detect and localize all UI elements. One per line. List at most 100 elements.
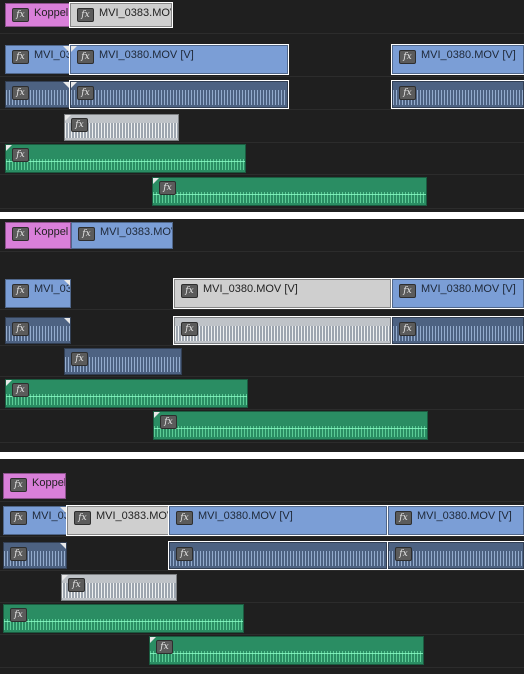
video-clip[interactable]: fx Koppel — [3, 473, 66, 499]
video-clip[interactable]: fx MVI_0380.MOV [V] — [173, 278, 392, 309]
video-clip[interactable]: fx Koppel — [5, 3, 70, 27]
video-clip[interactable]: fx MVI_0380.MOV [V] — [391, 278, 524, 309]
fx-badge-icon[interactable]: fx — [10, 547, 27, 561]
clip-edge-marker-icon — [153, 178, 159, 184]
track-v3: fx Koppel — [0, 470, 524, 502]
fx-badge-icon[interactable]: fx — [71, 118, 88, 132]
video-clip[interactable]: fx MVI_0380.MOV [V] — [387, 505, 524, 536]
video-clip[interactable]: fx — [387, 541, 524, 570]
video-clip[interactable]: fxMVI_0383.MOV — [5, 45, 70, 74]
audio-clip[interactable]: fx — [153, 411, 428, 440]
video-clip[interactable]: fx — [5, 317, 71, 344]
clip-label: Koppel — [34, 7, 69, 19]
fx-badge-icon[interactable]: fx — [395, 547, 412, 561]
fx-badge-icon[interactable]: fx — [12, 322, 29, 336]
video-clip[interactable]: fx MVI_0380.MOV [V] — [391, 44, 524, 75]
track-v3: fx Koppel fx MVI_0383.MOV — [0, 219, 524, 252]
clip-edge-marker-icon — [71, 82, 77, 88]
clip-edge-marker-icon — [154, 412, 160, 418]
waveform — [71, 89, 287, 105]
track-v1: fx fx fx — [0, 540, 524, 571]
video-clip[interactable]: fx — [69, 80, 289, 109]
volume-line — [150, 653, 423, 655]
clip-label: MVI_0383.MOV — [99, 7, 172, 19]
track-a1: fx — [0, 112, 524, 143]
video-clip[interactable]: fxMVI_0383.MOV — [5, 279, 71, 308]
video-clip[interactable]: fx — [3, 542, 67, 569]
fx-badge-icon[interactable]: fx — [12, 86, 29, 100]
video-clip[interactable]: fxMVI_0383.MOV — [66, 505, 170, 536]
track-a1: fx — [0, 346, 524, 377]
audio-clip[interactable]: fx — [5, 144, 246, 173]
fx-badge-icon[interactable]: fx — [12, 227, 29, 241]
video-clip[interactable]: fx — [173, 316, 392, 345]
track-a2: fx — [0, 603, 524, 635]
fx-badge-icon[interactable]: fx — [176, 547, 193, 561]
video-clip[interactable]: fx MVI_0380.MOV [V] — [69, 44, 289, 75]
fx-badge-icon[interactable]: fx — [399, 50, 416, 64]
audio-clip[interactable]: fx — [149, 636, 424, 665]
fx-badge-icon[interactable]: fx — [68, 578, 85, 592]
fx-badge-icon[interactable]: fx — [71, 352, 88, 366]
fx-badge-icon[interactable]: fx — [12, 50, 29, 64]
fx-badge-icon[interactable]: fx — [77, 8, 94, 22]
fx-badge-icon[interactable]: fx — [10, 608, 27, 622]
volume-line — [6, 161, 245, 163]
clip-edge-marker-icon — [63, 46, 69, 52]
fx-badge-icon[interactable]: fx — [399, 284, 416, 298]
clip-edge-marker-icon — [64, 318, 70, 324]
track-v2: fxMVI_0383.MOVfxMVI_0380.MOV [V]fxMVI_03… — [0, 44, 524, 77]
clip-edge-marker-icon — [63, 82, 69, 88]
fx-badge-icon[interactable]: fx — [12, 148, 29, 162]
fx-badge-icon[interactable]: fx — [12, 8, 29, 22]
fx-badge-icon[interactable]: fx — [12, 284, 29, 298]
clip-edge-marker-icon — [62, 575, 68, 581]
clip-edge-marker-icon — [60, 543, 66, 549]
audio-clip[interactable]: fx — [64, 348, 182, 375]
video-clip[interactable]: fx — [5, 81, 70, 108]
video-clip[interactable]: fx — [168, 541, 388, 570]
clip-edge-marker-icon — [64, 280, 70, 286]
clip-edge-marker-icon — [65, 115, 71, 121]
volume-line — [153, 194, 426, 196]
fx-badge-icon[interactable]: fx — [78, 227, 95, 241]
video-clip[interactable]: fx — [391, 316, 524, 345]
audio-clip[interactable]: fx — [64, 114, 179, 141]
fx-badge-icon[interactable]: fx — [10, 511, 27, 525]
track-v1: fx fx fx — [0, 79, 524, 110]
audio-clip[interactable]: fx — [61, 574, 177, 601]
fx-badge-icon[interactable]: fx — [156, 640, 173, 654]
clip-label: MVI_0380.MOV [V] — [99, 49, 194, 61]
clip-label: Koppel — [34, 226, 69, 238]
fx-badge-icon[interactable]: fx — [12, 383, 29, 397]
fx-badge-icon[interactable]: fx — [176, 511, 193, 525]
video-clip[interactable]: fxMVI_0383.MOV — [71, 222, 173, 249]
clip-edge-marker-icon — [6, 380, 12, 386]
track-a2: fx — [0, 143, 524, 175]
fx-badge-icon[interactable]: fx — [77, 86, 94, 100]
video-clip[interactable]: fx Koppel — [5, 222, 71, 249]
clip-label: Koppel — [32, 477, 66, 489]
fx-badge-icon[interactable]: fx — [10, 478, 27, 492]
audio-clip[interactable]: fx — [3, 604, 244, 633]
fx-badge-icon[interactable]: fx — [399, 86, 416, 100]
track-a1: fx — [0, 572, 524, 603]
video-clip[interactable]: fx MVI_0383.MOV — [69, 2, 173, 28]
volume-line — [6, 396, 247, 398]
track-a3: fx — [0, 175, 524, 209]
fx-badge-icon[interactable]: fx — [77, 50, 94, 64]
fx-badge-icon[interactable]: fx — [74, 511, 91, 525]
video-clip[interactable]: fxMVI_0383.MOV — [3, 506, 67, 535]
fx-badge-icon[interactable]: fx — [160, 415, 177, 429]
fx-badge-icon[interactable]: fx — [181, 322, 198, 336]
clip-edge-marker-icon — [60, 507, 66, 513]
track-v3: fx Koppel fx MVI_0383.MOV — [0, 0, 524, 34]
video-clip[interactable]: fx MVI_0380.MOV [V] — [168, 505, 388, 536]
audio-clip[interactable]: fx — [5, 379, 248, 408]
video-clip[interactable]: fx — [391, 80, 524, 109]
fx-badge-icon[interactable]: fx — [181, 284, 198, 298]
fx-badge-icon[interactable]: fx — [395, 511, 412, 525]
fx-badge-icon[interactable]: fx — [159, 181, 176, 195]
fx-badge-icon[interactable]: fx — [399, 322, 416, 336]
audio-clip[interactable]: fx — [152, 177, 427, 206]
